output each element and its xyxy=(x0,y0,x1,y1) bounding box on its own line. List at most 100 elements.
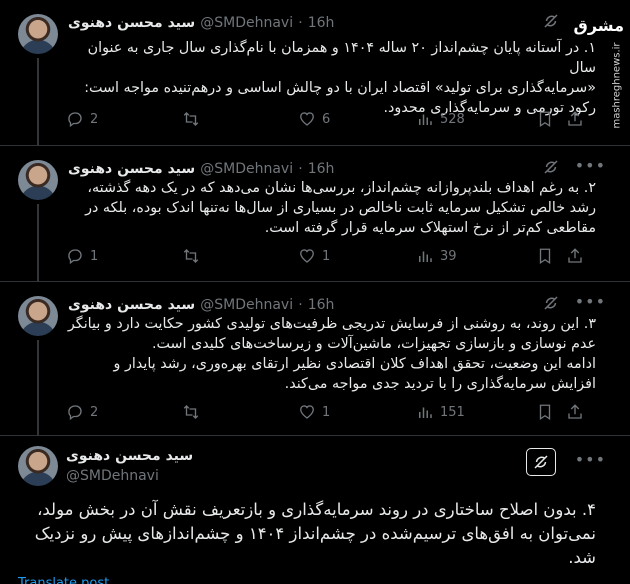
like-button[interactable]: 1 xyxy=(298,402,330,422)
author-name[interactable]: سید محسن دهنوی xyxy=(68,297,195,313)
share-button[interactable] xyxy=(566,402,584,422)
tweet-4[interactable]: سید محسن دهنوی @SMDehnavi ••• ۴. بدون اص… xyxy=(0,436,630,584)
retweet-button[interactable] xyxy=(182,402,200,422)
author-name[interactable]: سید محسن دهنوی xyxy=(68,161,195,177)
grok-icon[interactable] xyxy=(542,294,560,312)
reply-count: 2 xyxy=(90,111,99,127)
tweet-1[interactable]: سید محسن دهنوی @SMDehnavi · 16h ۱. در آس… xyxy=(0,0,630,146)
views-button[interactable]: 151 xyxy=(416,402,465,422)
bookmark-icon xyxy=(539,248,551,265)
tweet-2[interactable]: سید محسن دهنوی @SMDehnavi · 16h ••• ۲. ب… xyxy=(0,146,630,282)
text-line: عدم نوسازی و بازسازی تجهیزات، ماشین‌آلات… xyxy=(151,336,596,352)
share-button[interactable] xyxy=(566,246,584,266)
avatar[interactable] xyxy=(18,160,58,200)
tweet-text: ۳. این روند، به روشنی از فرسایش تدریجی ظ… xyxy=(66,314,596,394)
views-count: 151 xyxy=(440,404,465,420)
views-count: 528 xyxy=(440,111,465,127)
like-icon xyxy=(300,405,314,419)
grok-button[interactable] xyxy=(526,448,556,476)
text-line: ۳. این روند، به روشنی از فرسایش تدریجی ظ… xyxy=(67,316,596,332)
timestamp[interactable]: 16h xyxy=(308,297,335,313)
watermark-url: mashreghnews.ir xyxy=(611,42,623,129)
thread-line xyxy=(37,58,39,146)
views-icon xyxy=(419,251,432,262)
views-button[interactable]: 528 xyxy=(416,109,465,129)
author-handle[interactable]: @SMDehnavi xyxy=(200,161,293,177)
grok-icon[interactable] xyxy=(542,158,560,176)
tweet-text: ۲. به رغم اهداف بلندپروازانه چشم‌انداز، … xyxy=(66,178,596,238)
bookmark-icon xyxy=(539,111,551,128)
avatar[interactable] xyxy=(18,296,58,336)
tweet-header: سید محسن دهنوی @SMDehnavi · 16h xyxy=(68,158,588,178)
text-line: افزایش سرمایه‌گذاری را با تردید جدی مواج… xyxy=(284,376,596,392)
separator-dot: · xyxy=(298,297,303,313)
share-icon xyxy=(568,404,582,419)
tweet-text: ۴. بدون اصلاح ساختاری در روند سرمایه‌گذا… xyxy=(18,498,596,570)
avatar[interactable] xyxy=(18,446,58,486)
like-count: 1 xyxy=(322,248,331,264)
text-line: ۴. بدون اصلاح ساختاری در روند سرمایه‌گذا… xyxy=(37,500,596,519)
bookmark-button[interactable] xyxy=(536,402,554,422)
retweet-button[interactable] xyxy=(182,109,200,129)
action-bar: 1 1 39 xyxy=(66,246,596,266)
retweet-button[interactable] xyxy=(182,246,200,266)
author-handle[interactable]: @SMDehnavi xyxy=(66,466,193,486)
separator-dot: · xyxy=(298,15,303,31)
reply-count: 2 xyxy=(90,404,99,420)
share-button[interactable] xyxy=(566,109,584,129)
author-name[interactable]: سید محسن دهنوی xyxy=(68,15,195,31)
text-line: ادامه این وضعیت، تحقق اهداف کلان اقتصادی… xyxy=(113,356,596,372)
tweet-header: سید محسن دهنوی @SMDehnavi · 16h xyxy=(68,12,588,32)
retweet-icon xyxy=(183,112,199,126)
tweet-header: سید محسن دهنوی @SMDehnavi · 16h xyxy=(68,294,588,314)
share-icon xyxy=(568,111,582,126)
reply-button[interactable]: 1 xyxy=(66,246,98,266)
reply-icon xyxy=(68,405,82,421)
translate-post-link[interactable]: Translate post xyxy=(18,576,109,584)
more-icon[interactable]: ••• xyxy=(575,292,606,311)
watermark: مشرق mashreghnews.ir xyxy=(574,8,628,129)
views-icon xyxy=(419,407,432,418)
action-bar: 2 6 528 xyxy=(66,109,596,129)
more-icon[interactable]: ••• xyxy=(575,156,606,175)
watermark-logo: مشرق xyxy=(573,16,624,35)
text-line: ۲. به رغم اهداف بلندپروازانه چشم‌انداز، … xyxy=(87,180,596,196)
avatar[interactable] xyxy=(18,14,58,54)
bookmark-icon xyxy=(539,404,551,421)
reply-button[interactable]: 2 xyxy=(66,402,98,422)
separator-dot: · xyxy=(298,161,303,177)
reply-button[interactable]: 2 xyxy=(66,109,98,129)
retweet-icon xyxy=(183,249,199,263)
author-handle[interactable]: @SMDehnavi xyxy=(200,297,293,313)
text-line: رشد خالص تشکیل سرمایه ثابت ناخالص در بسی… xyxy=(85,200,596,216)
bookmark-button[interactable] xyxy=(536,246,554,266)
retweet-icon xyxy=(183,405,199,419)
grok-icon[interactable] xyxy=(542,12,560,30)
author-handle[interactable]: @SMDehnavi xyxy=(200,15,293,31)
thread-line xyxy=(37,204,39,282)
timestamp[interactable]: 16h xyxy=(308,161,335,177)
share-icon xyxy=(568,248,582,263)
text-line: «سرمایه‌گذاری برای تولید» اقتصاد ایران ب… xyxy=(84,80,596,96)
like-icon xyxy=(300,112,314,126)
text-line: نمی‌توان به افق‌های ترسیم‌شده در چشم‌اند… xyxy=(34,524,596,543)
grok-icon xyxy=(534,455,548,469)
reply-icon xyxy=(68,112,82,128)
timestamp[interactable]: 16h xyxy=(308,15,335,31)
tweet-text: ۱. در آستانه پایان چشم‌انداز ۲۰ ساله ۱۴۰… xyxy=(66,38,596,118)
views-button[interactable]: 39 xyxy=(416,246,457,266)
tweet-3[interactable]: سید محسن دهنوی @SMDehnavi · 16h ••• ۳. ا… xyxy=(0,282,630,436)
like-count: 1 xyxy=(322,404,331,420)
action-bar: 2 1 151 xyxy=(66,402,596,422)
more-icon[interactable]: ••• xyxy=(575,450,606,469)
like-button[interactable]: 6 xyxy=(298,109,330,129)
bookmark-button[interactable] xyxy=(536,109,554,129)
views-icon xyxy=(419,114,432,125)
author-block: سید محسن دهنوی @SMDehnavi xyxy=(66,446,193,486)
author-name[interactable]: سید محسن دهنوی xyxy=(66,446,193,466)
reply-count: 1 xyxy=(90,248,99,264)
text-line: ۱. در آستانه پایان چشم‌انداز ۲۰ ساله ۱۴۰… xyxy=(87,40,596,76)
like-icon xyxy=(300,249,314,263)
like-button[interactable]: 1 xyxy=(298,246,330,266)
like-count: 6 xyxy=(322,111,331,127)
